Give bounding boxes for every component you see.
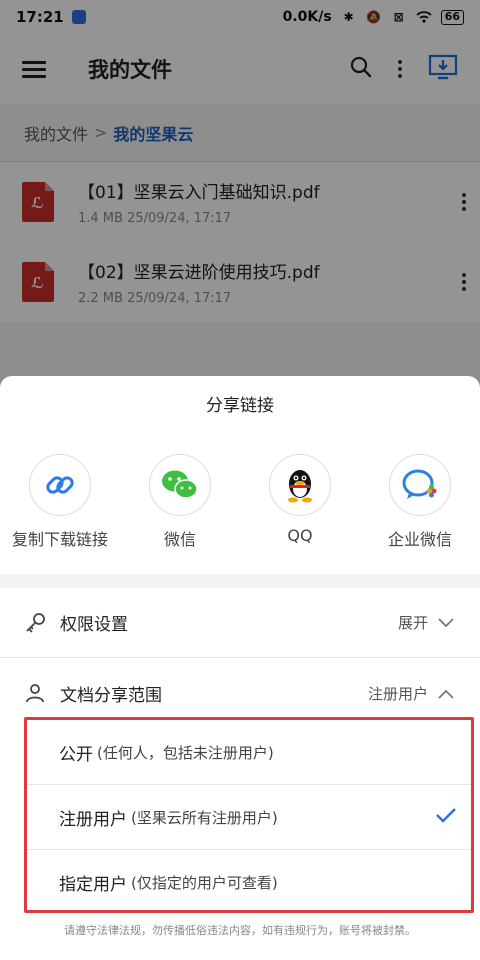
share-qq[interactable]: QQ [240,434,360,554]
scope-label: 文档分享范围 [60,685,162,706]
option-description: (任何人，包括未注册用户) [97,743,274,762]
chevron-up-icon [438,684,454,703]
share-wechat[interactable]: 微信 [120,434,240,554]
link-icon [29,454,91,516]
qq-icon [269,454,331,516]
share-targets: 复制下载链接 微信 QQ 企业微信 [0,434,480,554]
person-icon [24,682,46,704]
share-label: 企业微信 [387,530,452,549]
option-description: (坚果云所有注册用户) [131,808,278,827]
section-divider [0,574,480,588]
permission-value: 展开 [397,614,428,632]
share-label: 复制下载链接 [11,530,108,549]
share-label: 微信 [163,530,196,549]
chevron-down-icon [438,613,454,632]
share-wecom[interactable]: 企业微信 [360,434,480,554]
sheet-title: 分享链接 [206,396,274,416]
option-description: (仅指定的用户可查看) [131,874,278,892]
permission-label: 权限设置 [60,615,128,635]
option-title: 指定用户 [59,875,127,895]
checkmark-icon [435,807,457,827]
wechat-icon [149,454,211,516]
scope-value: 注册用户 [367,684,428,703]
permission-settings-row[interactable]: 权限设置 展开 [0,588,480,658]
option-title: 注册用户 [59,809,127,830]
option-title: 公开 [59,744,93,765]
share-bottom-sheet: 分享链接 复制下载链接 微信 QQ 企业微信 权限设置 展开 文档分享范围 注册… [0,376,480,960]
scope-option-specified[interactable]: 指定用户 (仅指定的用户可查看) [27,850,471,915]
share-label: QQ [287,526,313,545]
scope-option-public[interactable]: 公开 (任何人，包括未注册用户) [27,720,471,785]
legal-notice: 请遵守法律法规，勿传播低俗违法内容，如有违规行为，账号将被封禁。 [64,924,416,937]
scope-option-registered[interactable]: 注册用户 (坚果云所有注册用户) [27,785,471,850]
scope-options-highlight: 公开 (任何人，包括未注册用户) 注册用户 (坚果云所有注册用户) 指定用户 (… [24,717,474,913]
wecom-icon [389,454,451,516]
key-icon [24,612,46,634]
share-copy-link[interactable]: 复制下载链接 [0,434,120,554]
